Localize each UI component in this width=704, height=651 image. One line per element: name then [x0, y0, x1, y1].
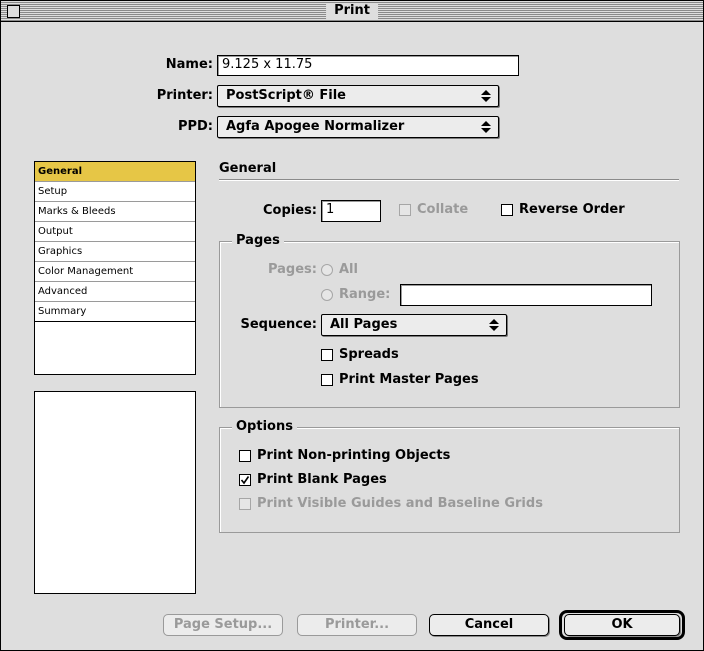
- printer-popup[interactable]: PostScript® File: [217, 85, 499, 107]
- popup-arrows-icon: [481, 121, 491, 133]
- page-preview: [34, 391, 196, 594]
- ppd-popup[interactable]: Agfa Apogee Normalizer: [217, 116, 499, 138]
- name-field[interactable]: 9.125 x 11.75: [217, 55, 519, 76]
- reverse-order-label: Reverse Order: [519, 202, 625, 217]
- sidebar-item-general[interactable]: General: [35, 162, 195, 182]
- heading-divider: [219, 179, 679, 181]
- reverse-order-checkbox[interactable]: [501, 204, 513, 216]
- print-master-pages-checkbox[interactable]: [321, 374, 333, 386]
- collate-checkbox[interactable]: [399, 204, 411, 216]
- copies-label: Copies:: [263, 203, 317, 218]
- panel-heading: General: [219, 161, 277, 176]
- cancel-button[interactable]: Cancel: [429, 614, 549, 636]
- sidebar-item-advanced[interactable]: Advanced: [35, 282, 195, 302]
- ok-button[interactable]: OK: [564, 614, 680, 636]
- sidebar-item-summary[interactable]: Summary: [35, 302, 195, 322]
- printer-button[interactable]: Printer...: [297, 614, 417, 636]
- sequence-popup[interactable]: All Pages: [321, 314, 507, 336]
- sequence-popup-value: All Pages: [330, 317, 398, 332]
- ppd-label: PPD:: [177, 119, 213, 134]
- print-guides-checkbox[interactable]: [239, 498, 251, 510]
- title-bar[interactable]: Print: [1, 1, 703, 22]
- printer-popup-value: PostScript® File: [226, 88, 347, 103]
- range-field[interactable]: [400, 284, 652, 306]
- pages-label: Pages:: [267, 262, 317, 277]
- spreads-checkbox[interactable]: [321, 349, 333, 361]
- range-label: Range:: [339, 287, 391, 302]
- spreads-label: Spreads: [339, 347, 399, 362]
- printer-label: Printer:: [156, 88, 213, 103]
- popup-arrows-icon: [481, 90, 491, 102]
- sidebar-item-color-management[interactable]: Color Management: [35, 262, 195, 282]
- sidebar-item-marks-bleeds[interactable]: Marks & Bleeds: [35, 202, 195, 222]
- print-blank-pages-label: Print Blank Pages: [257, 472, 387, 487]
- options-group-legend: Options: [232, 419, 297, 435]
- range-radio[interactable]: [321, 289, 333, 301]
- all-pages-label: All: [339, 262, 358, 277]
- print-nonprinting-label: Print Non-printing Objects: [257, 448, 451, 463]
- sidebar-item-setup[interactable]: Setup: [35, 182, 195, 202]
- all-pages-radio[interactable]: [321, 264, 333, 276]
- pages-group-legend: Pages: [232, 233, 284, 249]
- copies-field[interactable]: 1: [321, 200, 381, 222]
- window-title: Print: [326, 3, 378, 19]
- print-guides-label: Print Visible Guides and Baseline Grids: [257, 496, 543, 511]
- print-blank-pages-checkbox[interactable]: [239, 474, 251, 486]
- ppd-popup-value: Agfa Apogee Normalizer: [226, 119, 405, 134]
- collate-label: Collate: [417, 202, 469, 217]
- name-label: Name:: [165, 57, 213, 72]
- category-list[interactable]: General Setup Marks & Bleeds Output Grap…: [34, 161, 196, 375]
- sidebar-item-graphics[interactable]: Graphics: [35, 242, 195, 262]
- print-nonprinting-checkbox[interactable]: [239, 450, 251, 462]
- print-master-pages-label: Print Master Pages: [339, 372, 479, 387]
- sidebar-item-output[interactable]: Output: [35, 222, 195, 242]
- close-box-icon[interactable]: [7, 5, 20, 18]
- page-setup-button[interactable]: Page Setup...: [163, 614, 283, 636]
- popup-arrows-icon: [489, 319, 499, 331]
- checkmark-icon: [240, 476, 250, 485]
- print-dialog: Print Name: 9.125 x 11.75 Printer: PostS…: [0, 0, 704, 651]
- sequence-label: Sequence:: [240, 317, 317, 332]
